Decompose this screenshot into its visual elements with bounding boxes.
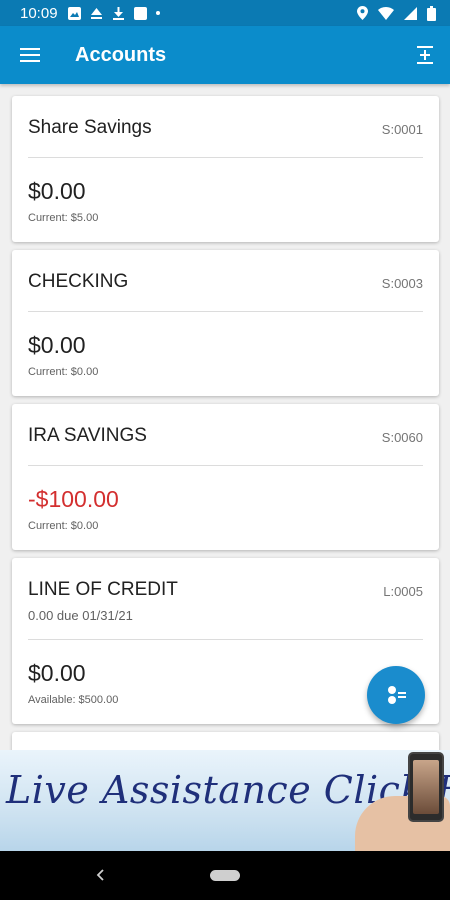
location-icon [357, 6, 368, 20]
account-name: Share Savings [28, 117, 152, 138]
account-card-header: Share Savings S:0001 [28, 96, 423, 158]
download-notification-icon [112, 6, 124, 20]
menu-button[interactable] [0, 26, 60, 84]
accounts-list: Share Savings S:0001 $0.00 Current: $5.0… [0, 84, 450, 750]
account-current-balance: Current: $0.00 [28, 366, 99, 378]
account-name: CHECKING [28, 271, 129, 292]
account-number: L:0005 [383, 584, 423, 599]
status-bar: 10:09 [0, 0, 450, 26]
account-card[interactable]: CHECKING S:0003 $0.00 Current: $0.00 [12, 250, 439, 396]
quick-balance-icon [388, 686, 406, 704]
app-bar: Accounts [0, 26, 450, 84]
account-card-header: CHECKING S:0003 [28, 250, 423, 312]
status-time: 10:09 [20, 4, 58, 22]
hamburger-menu-icon [20, 48, 40, 62]
page-title: Accounts [75, 43, 167, 66]
signal-icon [404, 6, 417, 20]
transfer-button[interactable] [400, 26, 450, 84]
account-name: LINE OF CREDIT [28, 579, 178, 600]
account-card-header: IRA SAVINGS S:0060 [28, 404, 423, 466]
live-assistance-banner[interactable]: Live Assistance Click Here! [0, 750, 450, 851]
home-button[interactable] [210, 870, 240, 881]
back-icon [96, 869, 104, 881]
account-balance: $0.00 [28, 332, 86, 358]
account-card-header: LINE OF CREDIT L:0005 0.00 due 01/31/21 [28, 558, 423, 640]
account-number: S:0001 [381, 122, 423, 137]
quick-balance-button[interactable] [367, 666, 425, 724]
account-number: S:0003 [381, 276, 423, 291]
account-card-partial[interactable] [12, 732, 439, 750]
account-due-info: 0.00 due 01/31/21 [28, 608, 133, 623]
notification-icons [67, 6, 160, 20]
assistant-photo [413, 760, 439, 814]
system-nav-bar [0, 851, 450, 900]
account-name: IRA SAVINGS [28, 425, 147, 446]
account-card[interactable]: Share Savings S:0001 $0.00 Current: $5.0… [12, 96, 439, 242]
account-balance: -$100.00 [28, 486, 119, 512]
account-number: S:0060 [381, 430, 423, 445]
square-notification-icon [133, 6, 147, 20]
transfer-icon [417, 46, 433, 64]
account-card[interactable]: IRA SAVINGS S:0060 -$100.00 Current: $0.… [12, 404, 439, 550]
account-current-balance: Current: $0.00 [28, 520, 99, 532]
gallery-notification-icon [67, 6, 81, 20]
upload-notification-icon [90, 7, 102, 19]
phone-image [408, 752, 444, 822]
more-notifications-icon [155, 11, 160, 15]
account-available-balance: Available: $500.00 [28, 694, 119, 706]
account-balance: $0.00 [28, 660, 86, 686]
wifi-icon [378, 6, 394, 20]
back-button[interactable] [90, 865, 110, 885]
battery-icon [427, 5, 436, 21]
account-balance: $0.00 [28, 178, 86, 204]
account-current-balance: Current: $5.00 [28, 212, 99, 224]
